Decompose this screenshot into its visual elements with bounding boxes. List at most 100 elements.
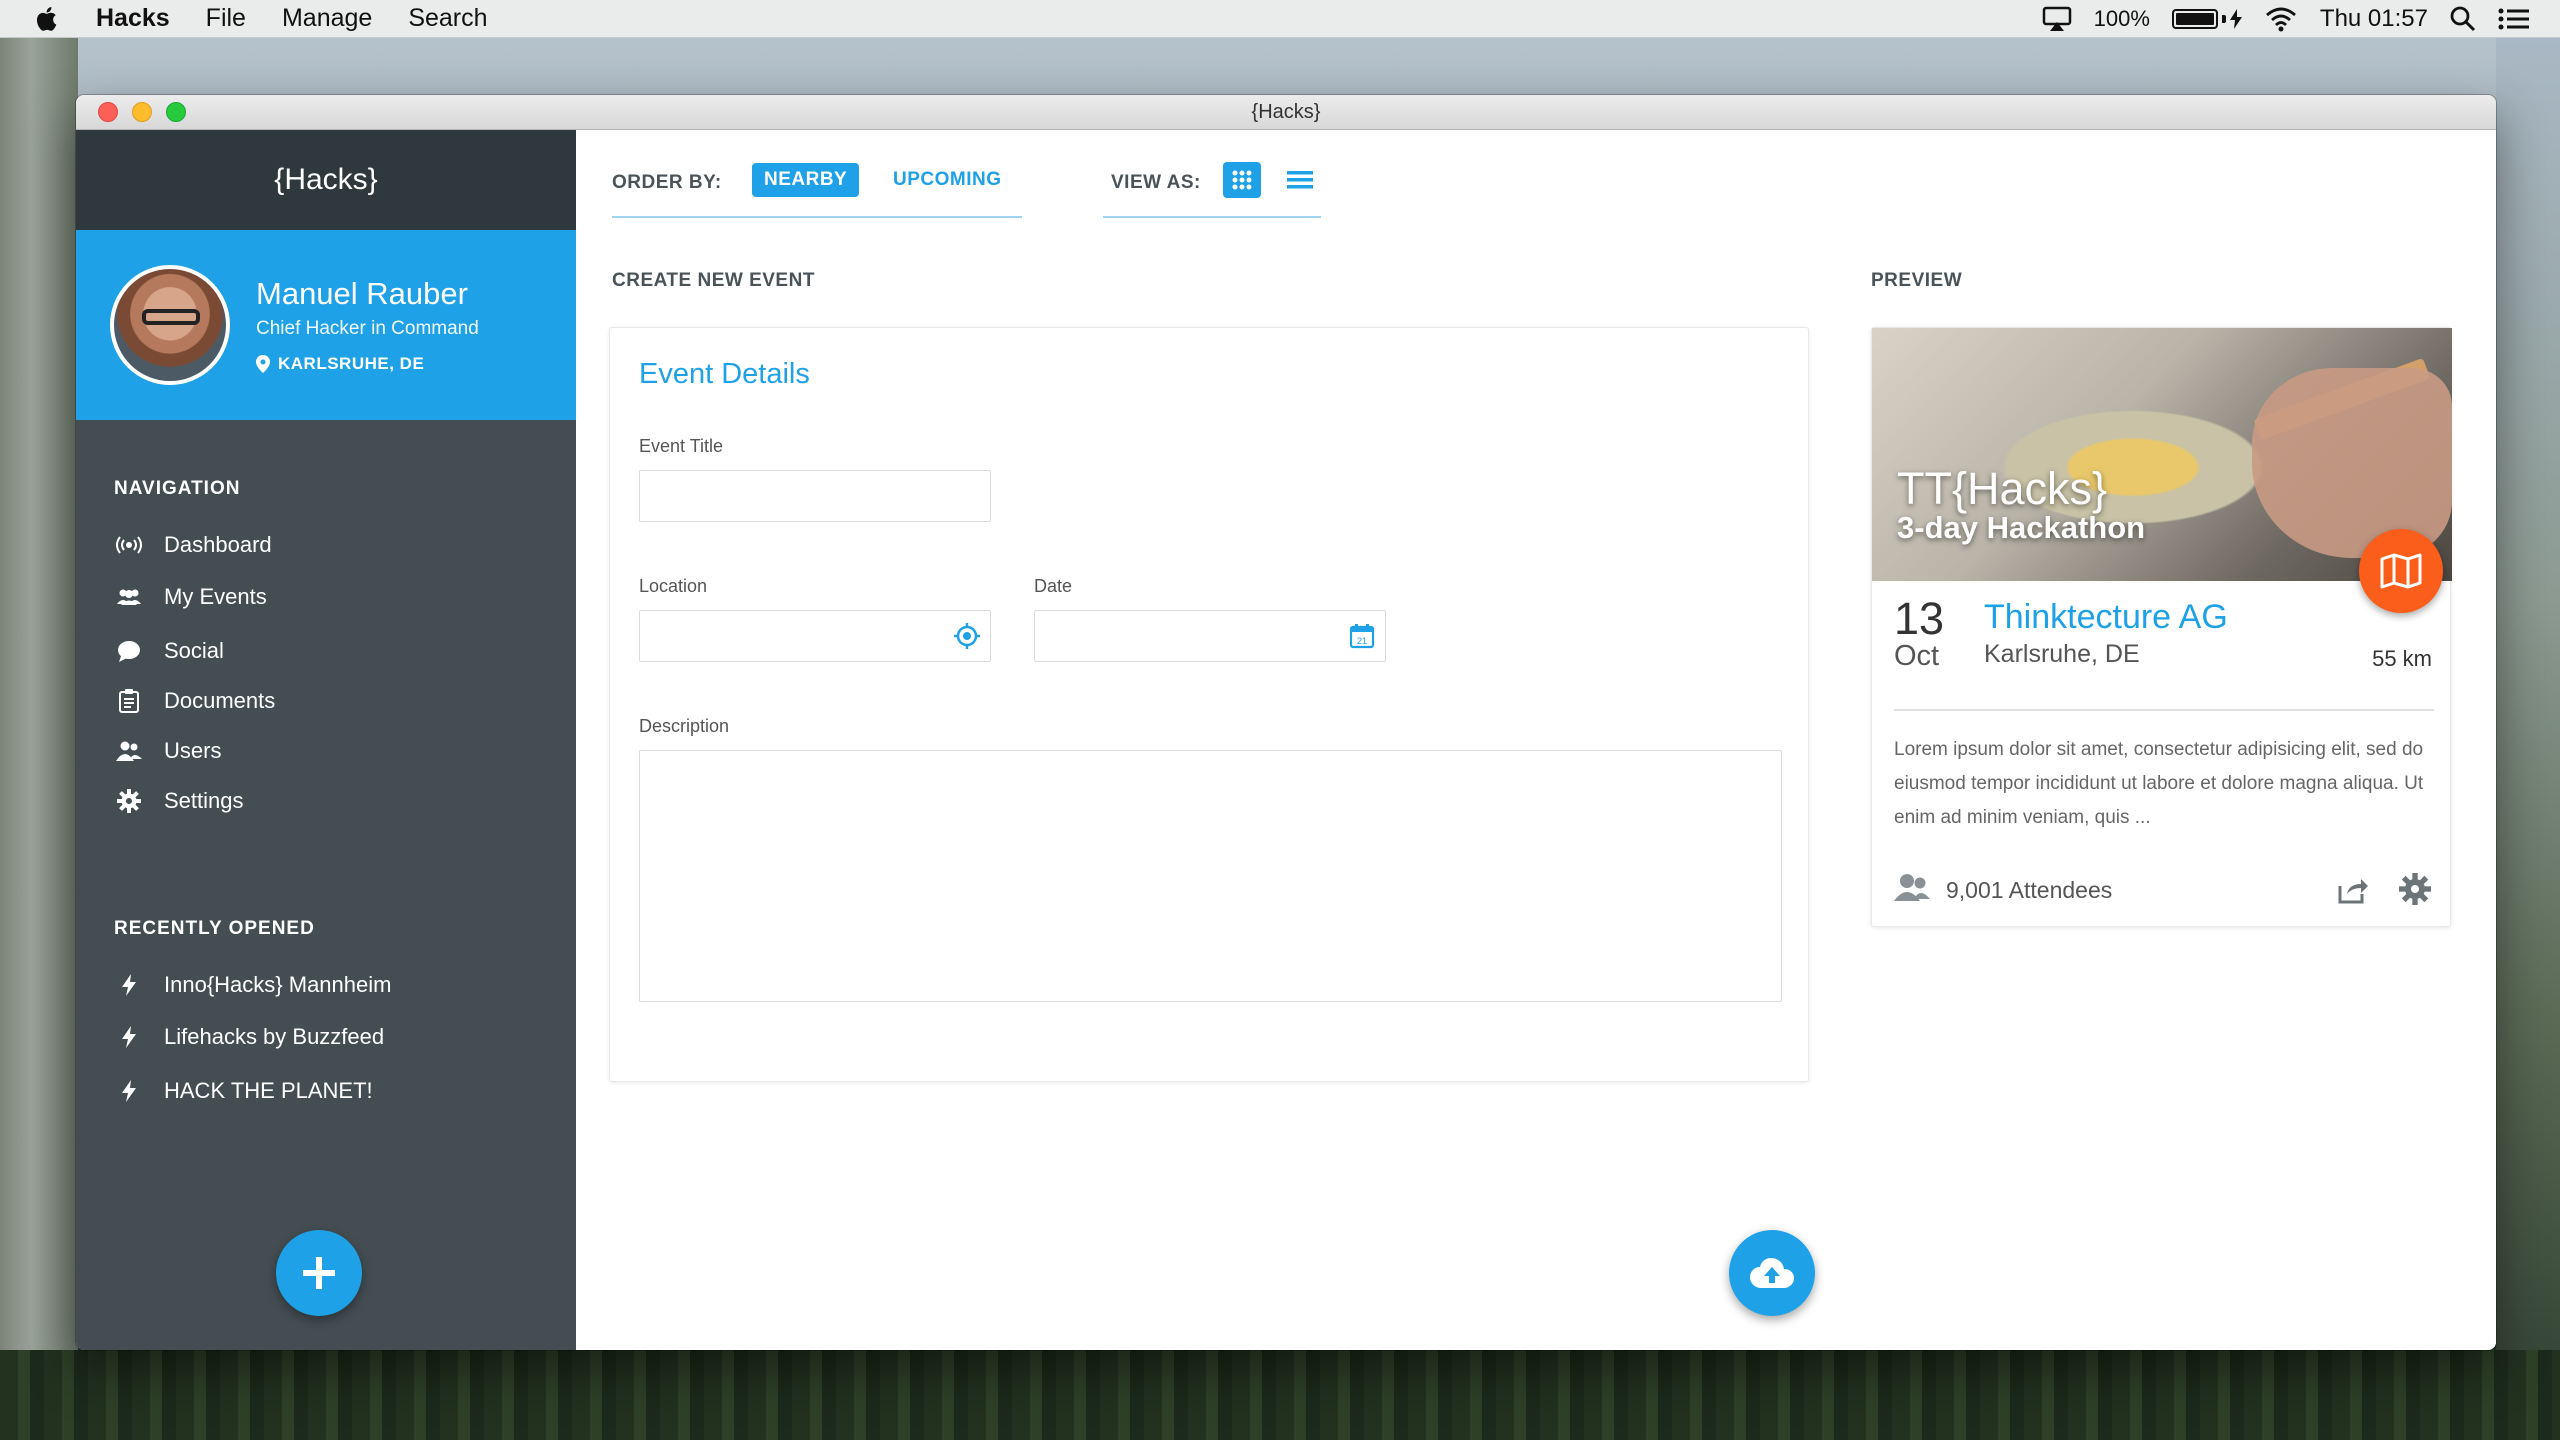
attendees-count: 9,001 Attendees xyxy=(1946,876,2113,903)
sidebar: {Hacks} Manuel Rauber Chief Hacker in Co… xyxy=(76,130,576,1350)
create-event-heading: CREATE NEW EVENT xyxy=(612,270,815,291)
battery-percent: 100% xyxy=(2093,6,2150,31)
map-icon xyxy=(2380,553,2422,589)
event-distance: 55 km xyxy=(2372,646,2432,671)
calendar-day-text: 21 xyxy=(1357,636,1367,646)
recent-item-label: Inno{Hacks} Mannheim xyxy=(164,972,392,997)
cloud-upload-icon xyxy=(1750,1258,1794,1288)
show-map-button[interactable] xyxy=(2359,529,2443,613)
airplay-icon[interactable] xyxy=(2042,6,2072,32)
user-profile[interactable]: Manuel Rauber Chief Hacker in Command KA… xyxy=(76,230,576,420)
plus-icon xyxy=(303,1257,335,1289)
event-month: Oct xyxy=(1894,640,1940,672)
nav-item-settings[interactable]: Settings xyxy=(114,786,244,816)
recently-opened-heading: RECENTLY OPENED xyxy=(114,918,315,939)
group-icon xyxy=(114,582,144,612)
profile-name: Manuel Rauber xyxy=(256,276,468,311)
avatar xyxy=(110,265,230,385)
event-day: 13 xyxy=(1894,593,1945,644)
attendees-icon xyxy=(1894,873,1930,907)
preview-heading: PREVIEW xyxy=(1871,270,1963,291)
list-icon xyxy=(1287,171,1313,189)
nav-item-my-events[interactable]: My Events xyxy=(114,582,267,612)
event-preview-card[interactable]: TT{Hacks} 3-day Hackathon 13 Oct Thinkte… xyxy=(1871,327,2452,927)
app-window: {Hacks} {Hacks} Manuel Rauber Chief Hack… xyxy=(76,95,2496,1350)
view-list-button[interactable] xyxy=(1281,162,1319,198)
recent-item-label: Lifehacks by Buzzfeed xyxy=(164,1024,385,1049)
view-grid-button[interactable] xyxy=(1223,162,1261,198)
nav-item-documents[interactable]: Documents xyxy=(114,686,275,716)
date-input[interactable]: 21 xyxy=(1034,610,1386,662)
desktop-wallpaper-right xyxy=(2496,38,2560,1440)
nav-item-users[interactable]: Users xyxy=(114,736,221,766)
share-icon[interactable] xyxy=(2337,876,2369,909)
event-details-heading: Event Details xyxy=(639,358,810,390)
nav-item-label: Social xyxy=(164,638,224,663)
event-title-input[interactable] xyxy=(639,470,991,522)
sidebar-brand[interactable]: {Hacks} xyxy=(76,130,576,230)
location-label: Location xyxy=(639,576,708,596)
chat-icon xyxy=(114,636,144,666)
broadcast-icon xyxy=(114,530,144,560)
menu-search[interactable]: Search xyxy=(408,4,487,33)
event-cover-image: TT{Hacks} 3-day Hackathon xyxy=(1872,328,2452,581)
menu-manage[interactable]: Manage xyxy=(282,4,372,33)
view-as-label: VIEW AS: xyxy=(1111,172,1201,193)
nav-item-social[interactable]: Social xyxy=(114,636,224,666)
upload-event-button[interactable] xyxy=(1729,1230,1815,1316)
description-textarea[interactable] xyxy=(639,750,1782,1002)
nav-item-label: Users xyxy=(164,738,222,763)
nav-item-label: Settings xyxy=(164,788,244,813)
date-label: Date xyxy=(1034,576,1073,596)
nav-item-label: Dashboard xyxy=(164,532,272,557)
nav-item-label: My Events xyxy=(164,584,267,609)
wifi-icon[interactable] xyxy=(2264,6,2298,32)
clipboard-icon xyxy=(114,686,144,716)
profile-location: KARLSRUHE, DE xyxy=(278,354,425,373)
nav-item-label: Documents xyxy=(164,688,276,713)
battery-icon[interactable] xyxy=(2171,9,2242,29)
system-menubar: Hacks File Manage Search 100% Thu 01:57 xyxy=(0,0,2560,38)
preview-title: TT{Hacks} xyxy=(1897,463,2108,514)
apple-logo-icon[interactable] xyxy=(34,5,62,33)
order-by-label: ORDER BY: xyxy=(612,172,722,193)
attendees-info: 9,001 Attendees xyxy=(1894,873,2112,907)
bolt-icon xyxy=(114,970,144,1000)
recent-item-inno-hacks[interactable]: Inno{Hacks} Mannheim xyxy=(114,970,391,1000)
description-label: Description xyxy=(639,716,730,736)
navigation-heading: NAVIGATION xyxy=(114,478,241,499)
locate-icon[interactable] xyxy=(952,621,982,651)
event-city: Karlsruhe, DE xyxy=(1984,640,2140,668)
order-nearby-button[interactable]: NEARBY xyxy=(752,163,860,197)
main-content: ORDER BY: NEARBY UPCOMING VIEW AS: CREAT… xyxy=(576,130,2496,1350)
bolt-icon xyxy=(114,1022,144,1052)
calendar-icon[interactable]: 21 xyxy=(1347,621,1377,651)
desktop-wallpaper-trees xyxy=(0,1350,2560,1440)
menubar-clock[interactable]: Thu 01:57 xyxy=(2320,5,2428,33)
gear-icon[interactable] xyxy=(2399,873,2431,910)
view-as-underline xyxy=(1103,216,1321,218)
event-description: Lorem ipsum dolor sit amet, consectetur … xyxy=(1894,739,2424,828)
window-titlebar[interactable]: {Hacks} xyxy=(76,95,2496,130)
notification-center-icon[interactable] xyxy=(2498,7,2530,31)
recent-item-lifehacks[interactable]: Lifehacks by Buzzfeed xyxy=(114,1022,384,1052)
gear-icon xyxy=(114,786,144,816)
window-title: {Hacks} xyxy=(1251,100,1321,123)
menu-app-name[interactable]: Hacks xyxy=(96,4,170,33)
order-by-underline xyxy=(612,216,1022,218)
recent-item-hack-the-planet[interactable]: HACK THE PLANET! xyxy=(114,1076,373,1106)
users-icon xyxy=(114,736,144,766)
event-organizer[interactable]: Thinktecture AG xyxy=(1984,598,2228,637)
add-event-button[interactable] xyxy=(276,1230,362,1316)
nav-item-dashboard[interactable]: Dashboard xyxy=(114,530,272,560)
menu-file[interactable]: File xyxy=(206,4,246,33)
order-upcoming-button[interactable]: UPCOMING xyxy=(881,163,1014,197)
divider xyxy=(1894,709,2434,711)
desktop-wallpaper-left xyxy=(0,38,78,1440)
spotlight-search-icon[interactable] xyxy=(2450,6,2476,32)
recent-item-label: HACK THE PLANET! xyxy=(164,1078,373,1103)
profile-role: Chief Hacker in Command xyxy=(256,318,479,339)
location-input[interactable] xyxy=(639,610,991,662)
grid-icon xyxy=(1232,170,1252,190)
event-title-label: Event Title xyxy=(639,436,724,456)
